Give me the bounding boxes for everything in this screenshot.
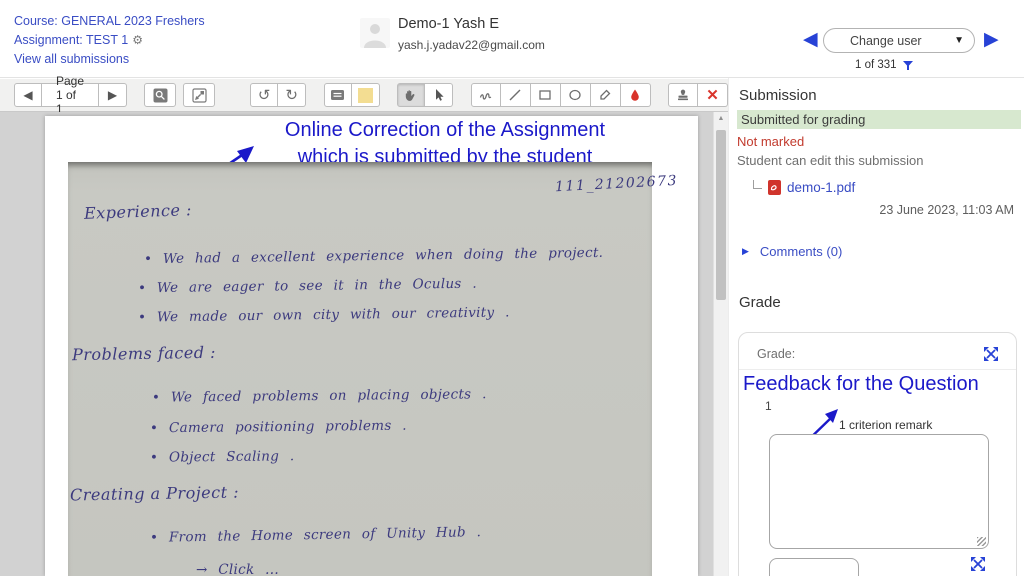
status-editable: Student can edit this submission [737, 153, 923, 168]
resize-handle[interactable] [977, 537, 986, 546]
comments-toggle[interactable]: ▶ Comments (0) [742, 244, 842, 259]
gear-icon[interactable]: ⚙ [132, 33, 143, 47]
change-user-dropdown[interactable]: Change user ▼ [823, 28, 975, 53]
divider [739, 369, 1016, 370]
rectangle-tool-button[interactable] [531, 83, 561, 107]
next-user-button[interactable]: ▶ [984, 28, 999, 52]
person-icon [360, 18, 390, 48]
handwriting-line: • We faced problems on placing objects . [152, 386, 487, 406]
status-not-marked: Not marked [737, 134, 804, 149]
rectangle-icon [537, 87, 553, 103]
filter-icon[interactable] [903, 61, 913, 70]
student-name: Demo-1 Yash E [398, 16, 499, 32]
rotate-left-button[interactable]: ↺ [250, 83, 278, 107]
viewer-scrollbar[interactable]: ▲ [713, 112, 728, 576]
expand-icon [192, 88, 207, 103]
scrollbar-thumb[interactable] [716, 130, 726, 300]
handwriting-line: 111_21202673 [555, 173, 679, 195]
avatar [360, 18, 390, 48]
status-submitted-badge: Submitted for grading [737, 110, 1021, 129]
tree-connector-icon [753, 180, 762, 189]
stamp-icon [675, 87, 691, 103]
grade-label: Grade: [757, 347, 795, 361]
grading-sidebar: Submission Submitted for grading Not mar… [728, 78, 1024, 576]
page-indicator: Page 1 of 1 [42, 83, 99, 107]
header: Course: GENERAL 2023 Freshers Assignment… [0, 0, 1024, 78]
pdf-page: Online Correction of the Assignment whic… [45, 116, 698, 576]
handwriting-line: • From the Home screen of Unity Hub . [150, 524, 481, 546]
course-link[interactable]: Course: GENERAL 2023 Freshers [14, 12, 205, 31]
handwriting-line: Experience : [84, 200, 192, 223]
pan-tool-button[interactable] [397, 83, 425, 107]
collapsed-triangle-icon: ▶ [742, 246, 749, 257]
view-all-submissions-link[interactable]: View all submissions [14, 50, 205, 69]
cursor-icon [431, 87, 447, 103]
scroll-up-icon[interactable]: ▲ [714, 115, 728, 122]
delete-annotation-button[interactable]: ✕ [698, 83, 728, 107]
handwriting-line: • Camera positioning problems . [150, 418, 407, 437]
pdf-icon [768, 180, 781, 195]
chevron-down-icon: ▼ [954, 35, 964, 46]
handwriting-line: Problems faced : [72, 343, 216, 365]
search-comments-button[interactable] [144, 83, 176, 107]
highlight-tool-button[interactable] [591, 83, 621, 107]
criterion-index: 1 [765, 399, 772, 413]
submission-timestamp: 23 June 2023, 11:03 AM [879, 203, 1014, 217]
highlighter-icon [597, 87, 613, 103]
red-droplet-icon [627, 87, 643, 103]
comment-color-button[interactable] [352, 83, 380, 107]
line-tool-button[interactable] [501, 83, 531, 107]
change-user-label: Change user [850, 34, 922, 48]
annotation-toolbar: ◀ Page 1 of 1 ▶ ↺ ↻ [0, 79, 728, 112]
comments-label: Comments (0) [760, 244, 842, 259]
handwriting-line: • We had a excellent experience when doi… [144, 245, 603, 267]
breadcrumb: Course: GENERAL 2023 Freshers Assignment… [14, 12, 205, 69]
criterion-remark-label: 1 criterion remark [839, 418, 932, 432]
comment-icon [330, 88, 345, 102]
comment-tool-button[interactable] [324, 83, 352, 107]
student-email: yash.j.yadav22@gmail.com [398, 38, 545, 52]
search-comments-icon [153, 88, 168, 103]
rotate-right-button[interactable]: ↻ [278, 83, 306, 107]
next-page-button[interactable]: ▶ [99, 83, 127, 107]
expand-view-button[interactable] [183, 83, 215, 107]
pen-tool-button[interactable] [471, 83, 501, 107]
grade-heading: Grade [739, 294, 781, 311]
stamp-tool-button[interactable] [668, 83, 698, 107]
handwriting-line: • We are eager to see it in the Oculus . [138, 276, 477, 297]
collapse-grade-icon[interactable] [984, 347, 998, 361]
document-viewer[interactable]: Online Correction of the Assignment whic… [0, 112, 713, 576]
submission-file-row[interactable]: demo-1.pdf [753, 180, 855, 195]
submission-file-link[interactable]: demo-1.pdf [787, 180, 855, 195]
handwriting-line: → Click ... [196, 562, 279, 576]
oval-tool-button[interactable] [561, 83, 591, 107]
annotation-color-button[interactable] [621, 83, 651, 107]
handwriting-line: • We made our own city with our creativi… [138, 304, 510, 325]
yellow-swatch-icon [358, 88, 373, 103]
criterion-remark-textarea[interactable] [769, 434, 989, 549]
handwriting-line: • Object Scaling . [150, 448, 295, 466]
assignment-link[interactable]: Assignment: TEST 1⚙ [14, 31, 205, 50]
pen-scribble-icon [478, 87, 494, 103]
previous-user-button[interactable]: ◀ [803, 28, 818, 52]
submission-heading: Submission [739, 87, 817, 104]
feedback-annotation: Feedback for the Question [743, 373, 979, 396]
handwritten-submission-photo: 111_21202673 Experience : • We had a exc… [68, 162, 652, 576]
hand-icon [403, 87, 419, 103]
grade-input[interactable] [769, 558, 859, 576]
grade-card: Grade: Feedback for the Question 1 1 cri… [738, 332, 1017, 576]
oval-icon [567, 87, 583, 103]
user-counter: 1 of 331 [855, 59, 913, 71]
grading-app: Course: GENERAL 2023 Freshers Assignment… [0, 0, 1024, 576]
collapse-section-icon[interactable] [971, 557, 985, 571]
line-icon [507, 87, 523, 103]
prev-page-button[interactable]: ◀ [14, 83, 42, 107]
select-tool-button[interactable] [425, 83, 453, 107]
handwriting-line: Creating a Project : [70, 483, 239, 505]
